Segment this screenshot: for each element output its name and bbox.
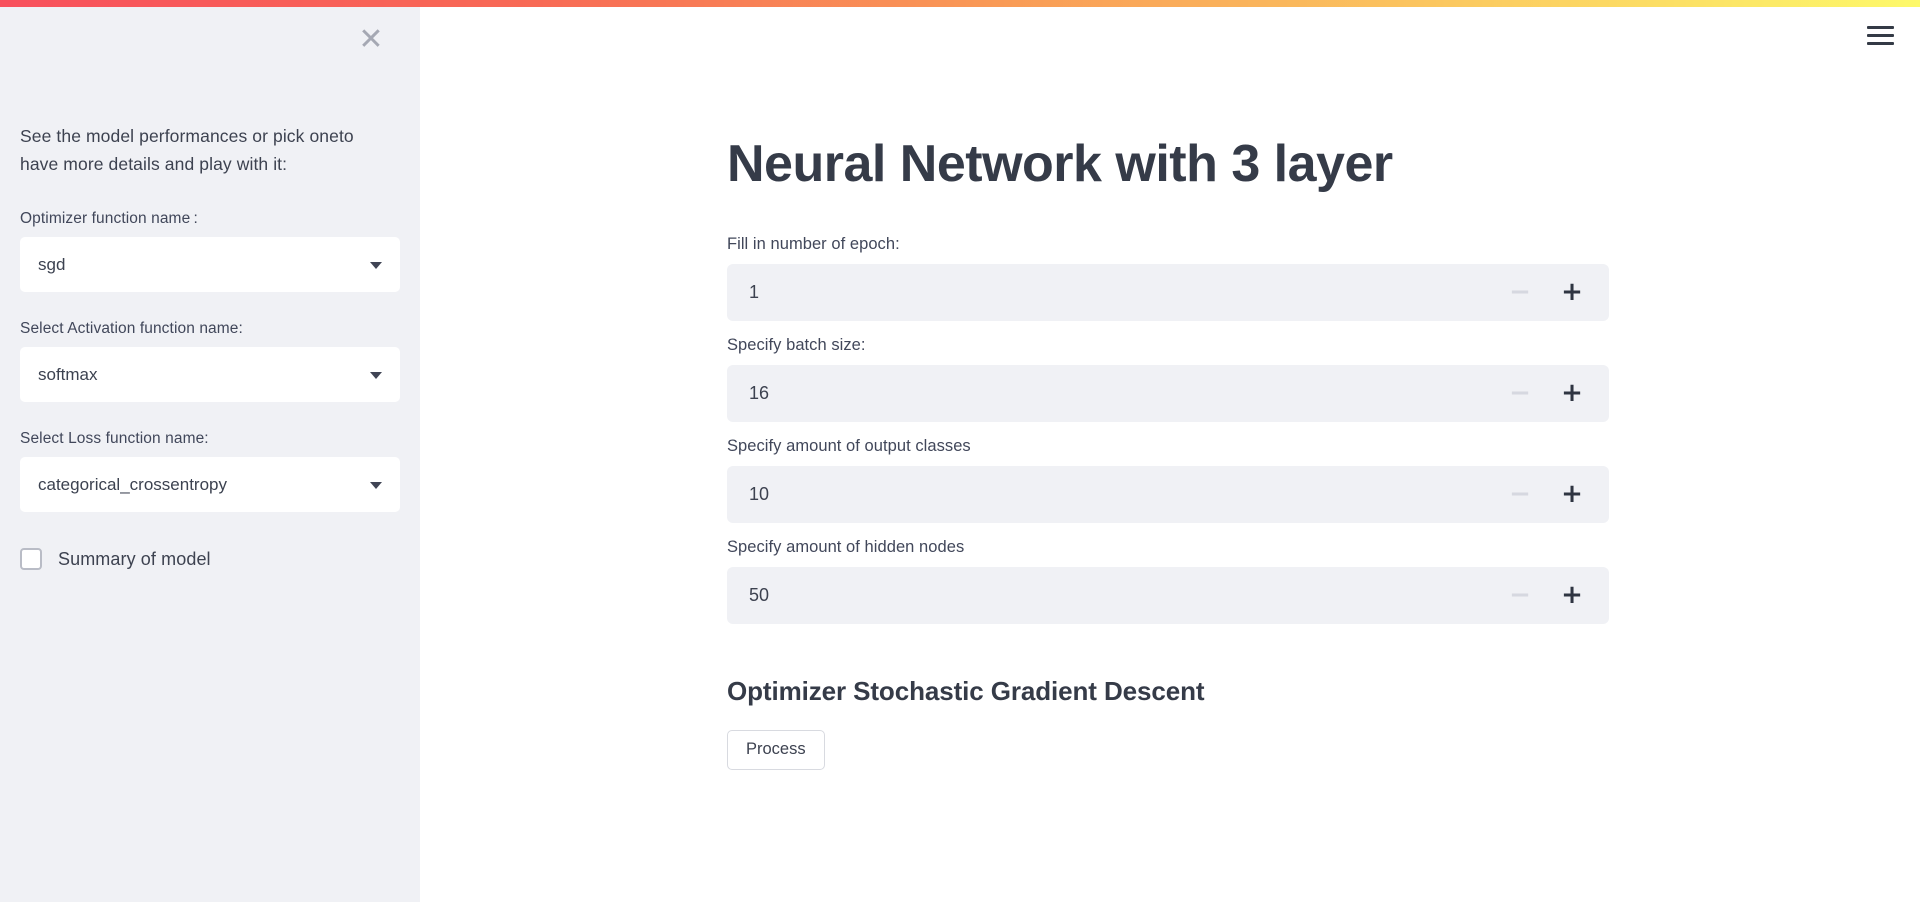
epoch-field: Fill in number of epoch: 1 − + [727,234,1609,321]
output-classes-value: 10 [749,483,770,504]
activation-select-value: softmax [38,364,98,384]
hidden-nodes-value: 50 [749,584,770,605]
process-button[interactable]: Process [727,729,825,770]
sidebar-content: See the model performances or pick oneto… [0,123,420,571]
output-classes-label: Specify amount of output classes [727,436,971,455]
optimizer-field-block: Optimizer function name : sgd [20,210,400,293]
summary-of-model-label: Summary of model [58,548,211,569]
batch-size-decrement-icon[interactable]: − [1507,380,1533,406]
epoch-label: Fill in number of epoch: [727,234,900,253]
loss-select[interactable]: categorical_crossentropy [20,457,400,513]
sidebar-intro-text: See the model performances or pick oneto… [20,126,354,174]
epoch-decrement-icon[interactable]: − [1507,279,1533,305]
sidebar-panel: ✕ See the model performances or pick one… [0,7,420,902]
output-classes-increment-icon[interactable]: + [1559,481,1585,507]
hidden-nodes-field: Specify amount of hidden nodes 50 − + [727,537,1609,624]
hidden-nodes-label: Specify amount of hidden nodes [727,537,965,556]
optimizer-select[interactable]: sgd [20,237,400,293]
activation-field-block: Select Activation function name: softmax [20,320,400,403]
epoch-spinner: − + [1507,279,1591,305]
chevron-down-icon [370,481,382,489]
activation-label: Select Activation function name: [20,320,243,338]
loss-field-block: Select Loss function name: categorical_c… [20,430,400,513]
chevron-down-icon [370,261,382,269]
main-inner: Neural Network with 3 layer Fill in numb… [420,7,1609,770]
hidden-nodes-spinner: − + [1507,582,1591,608]
optimizer-label: Optimizer function name : [20,210,198,228]
output-classes-spinner: − + [1507,481,1591,507]
batch-size-input[interactable]: 16 − + [727,364,1609,422]
output-classes-decrement-icon[interactable]: − [1507,481,1533,507]
page-title: Neural Network with 3 layer [727,135,1393,193]
optimizer-select-value: sgd [38,254,66,274]
loss-label: Select Loss function name: [20,430,209,448]
batch-size-spinner: − + [1507,380,1591,406]
optimizer-heading: Optimizer Stochastic Gradient Descent [727,675,1205,706]
app-root: ✕ See the model performances or pick one… [0,0,1920,902]
hidden-nodes-increment-icon[interactable]: + [1559,582,1585,608]
epoch-input[interactable]: 1 − + [727,263,1609,321]
activation-select[interactable]: softmax [20,347,400,403]
chevron-down-icon [370,371,382,379]
main-content: Neural Network with 3 layer Fill in numb… [420,7,1920,902]
batch-size-increment-icon[interactable]: + [1559,380,1585,406]
hamburger-bar-2 [1866,33,1894,37]
output-classes-field: Specify amount of output classes 10 − + [727,436,1609,523]
close-icon[interactable]: ✕ [354,23,388,57]
loss-select-value: categorical_crossentropy [38,474,227,494]
batch-size-value: 16 [749,382,770,403]
hidden-nodes-decrement-icon[interactable]: − [1507,582,1533,608]
batch-size-label: Specify batch size: [727,335,866,354]
epoch-value: 1 [749,281,760,302]
top-gradient-bar [0,0,1920,7]
hamburger-menu-icon[interactable] [1862,20,1898,50]
batch-size-field: Specify batch size: 16 − + [727,335,1609,422]
summary-of-model-checkbox-row[interactable]: Summary of model [20,548,400,571]
summary-of-model-checkbox[interactable] [20,548,42,571]
hamburger-bar-1 [1866,25,1894,29]
epoch-increment-icon[interactable]: + [1559,279,1585,305]
hamburger-bar-3 [1866,41,1894,45]
output-classes-input[interactable]: 10 − + [727,465,1609,523]
hidden-nodes-input[interactable]: 50 − + [727,566,1609,624]
